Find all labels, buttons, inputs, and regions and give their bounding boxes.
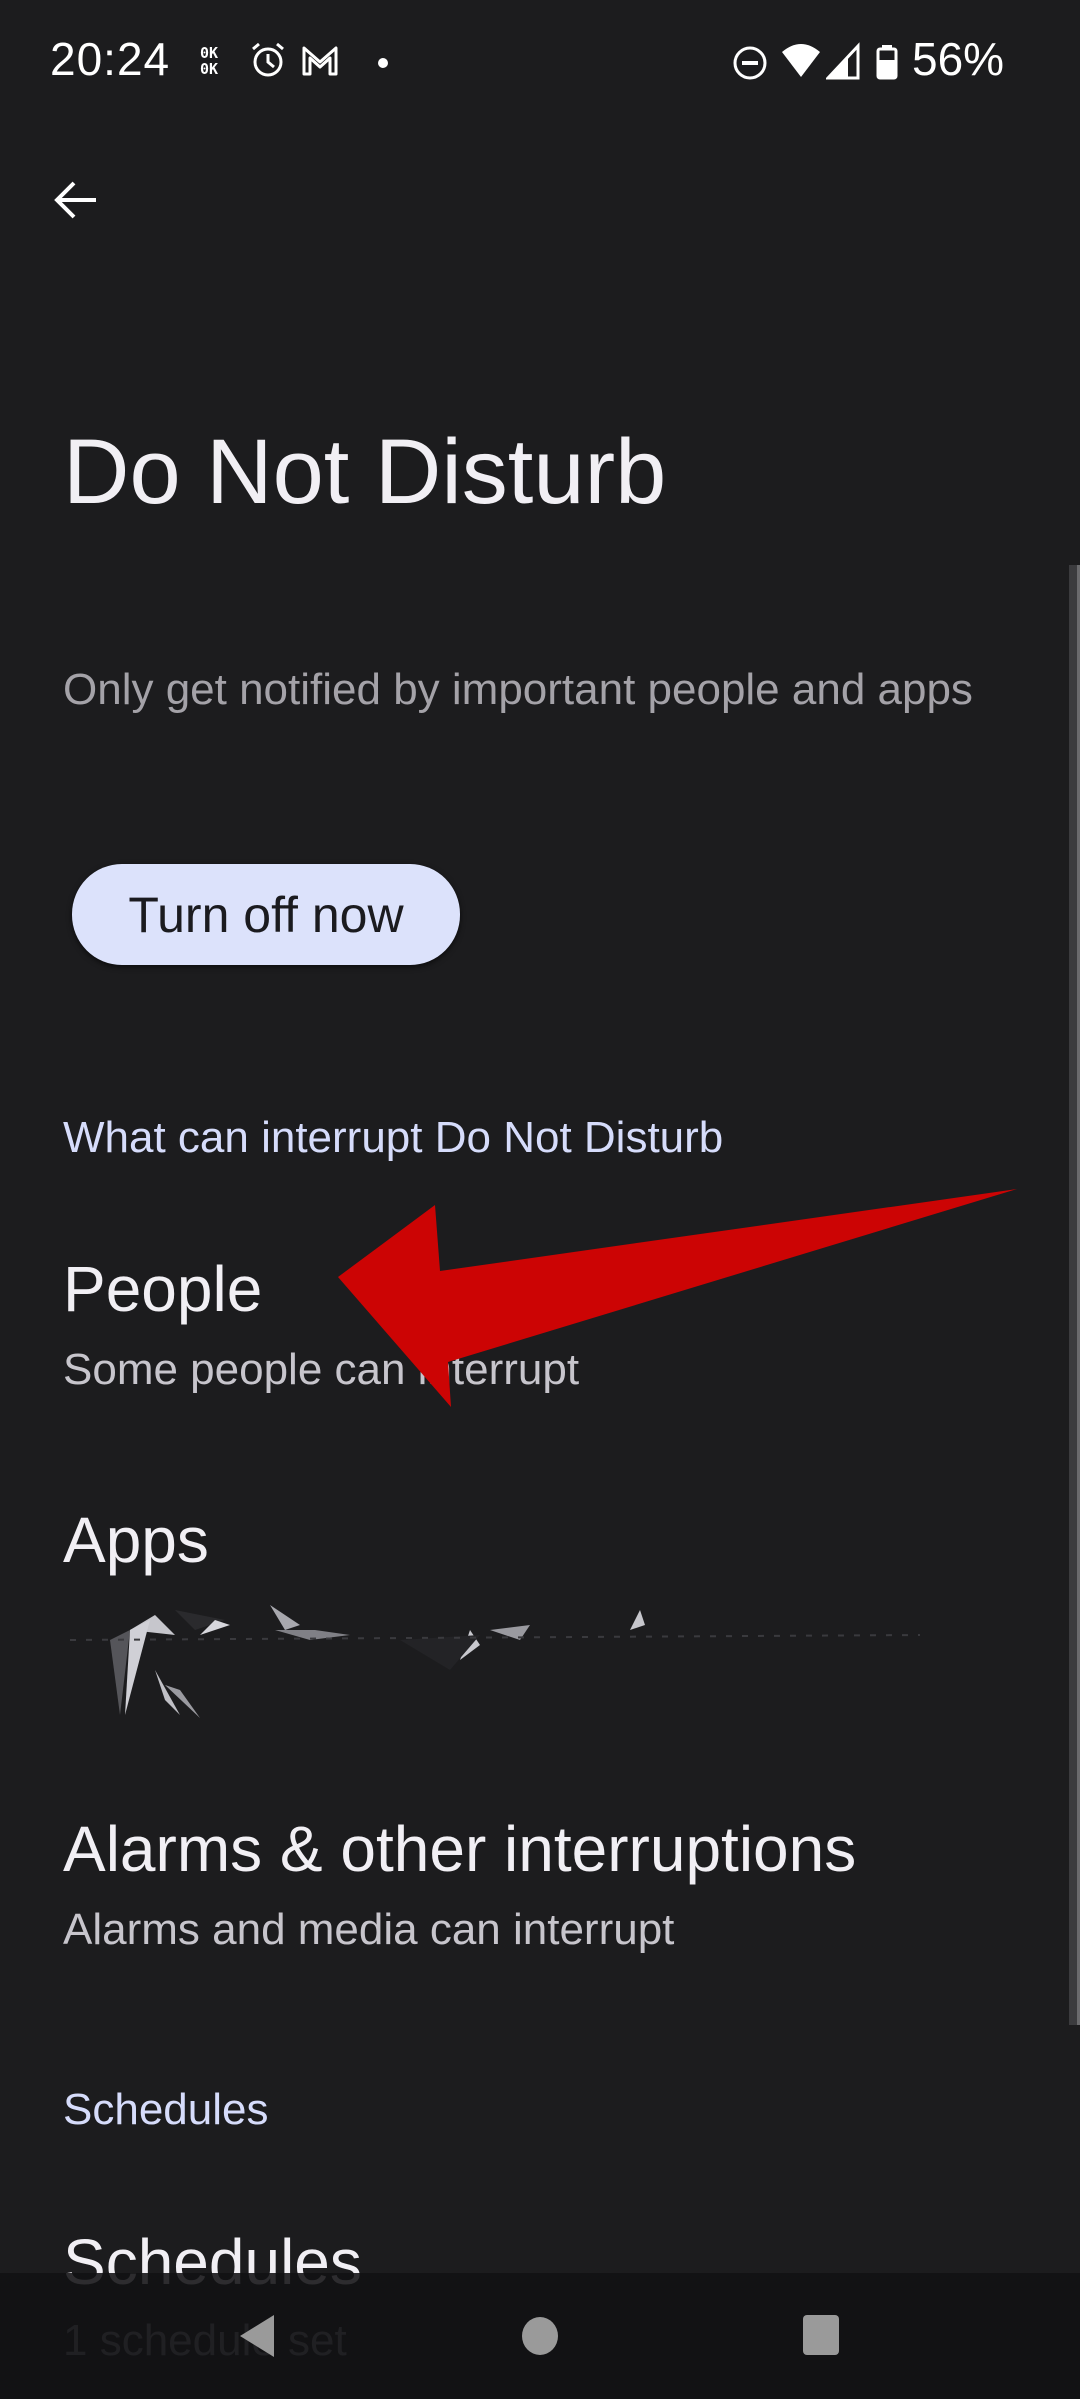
pref-apps-title: Apps [63,1504,209,1576]
nav-recents-icon[interactable] [801,2311,841,2361]
alarm-icon [252,42,284,77]
battery-percent: 56% [912,33,1005,85]
turn-off-now-button[interactable]: Turn off now [72,864,460,965]
back-button[interactable] [40,165,110,235]
pref-people-summary: Some people can interrupt [63,1345,580,1394]
arrow-back-icon [54,181,96,219]
nav-back-icon[interactable] [238,2311,278,2361]
dnd-description: Only get notified by important people an… [63,665,973,714]
annotation-arrow [338,1189,1017,1407]
net-speed-up: 0K [200,44,219,62]
net-speed-down: 0K [200,60,219,78]
status-bar: 20:24 0K 0K 56% [0,0,1080,125]
section-header-interrupts: What can interrupt Do Not Disturb [63,1113,724,1162]
gmail-icon [302,46,338,76]
notification-dot-icon [378,58,388,68]
pref-alarms-title: Alarms & other interruptions [63,1813,857,1885]
navigation-bar [0,2273,1080,2399]
data-speed-icon: 0K 0K [200,45,218,77]
status-clock: 20:24 [50,33,171,85]
page-title: Do Not Disturb [63,421,667,523]
cellular-signal-icon [826,42,860,80]
nav-home-icon[interactable] [520,2311,560,2361]
battery-icon [876,45,898,80]
pref-people-title: People [63,1253,263,1325]
section-header-schedules: Schedules [63,2085,269,2134]
redacted-apps-summary [70,1605,921,1718]
do-not-disturb-icon [733,46,767,80]
wifi-icon [782,44,820,77]
pref-alarms-summary: Alarms and media can interrupt [63,1905,675,1954]
